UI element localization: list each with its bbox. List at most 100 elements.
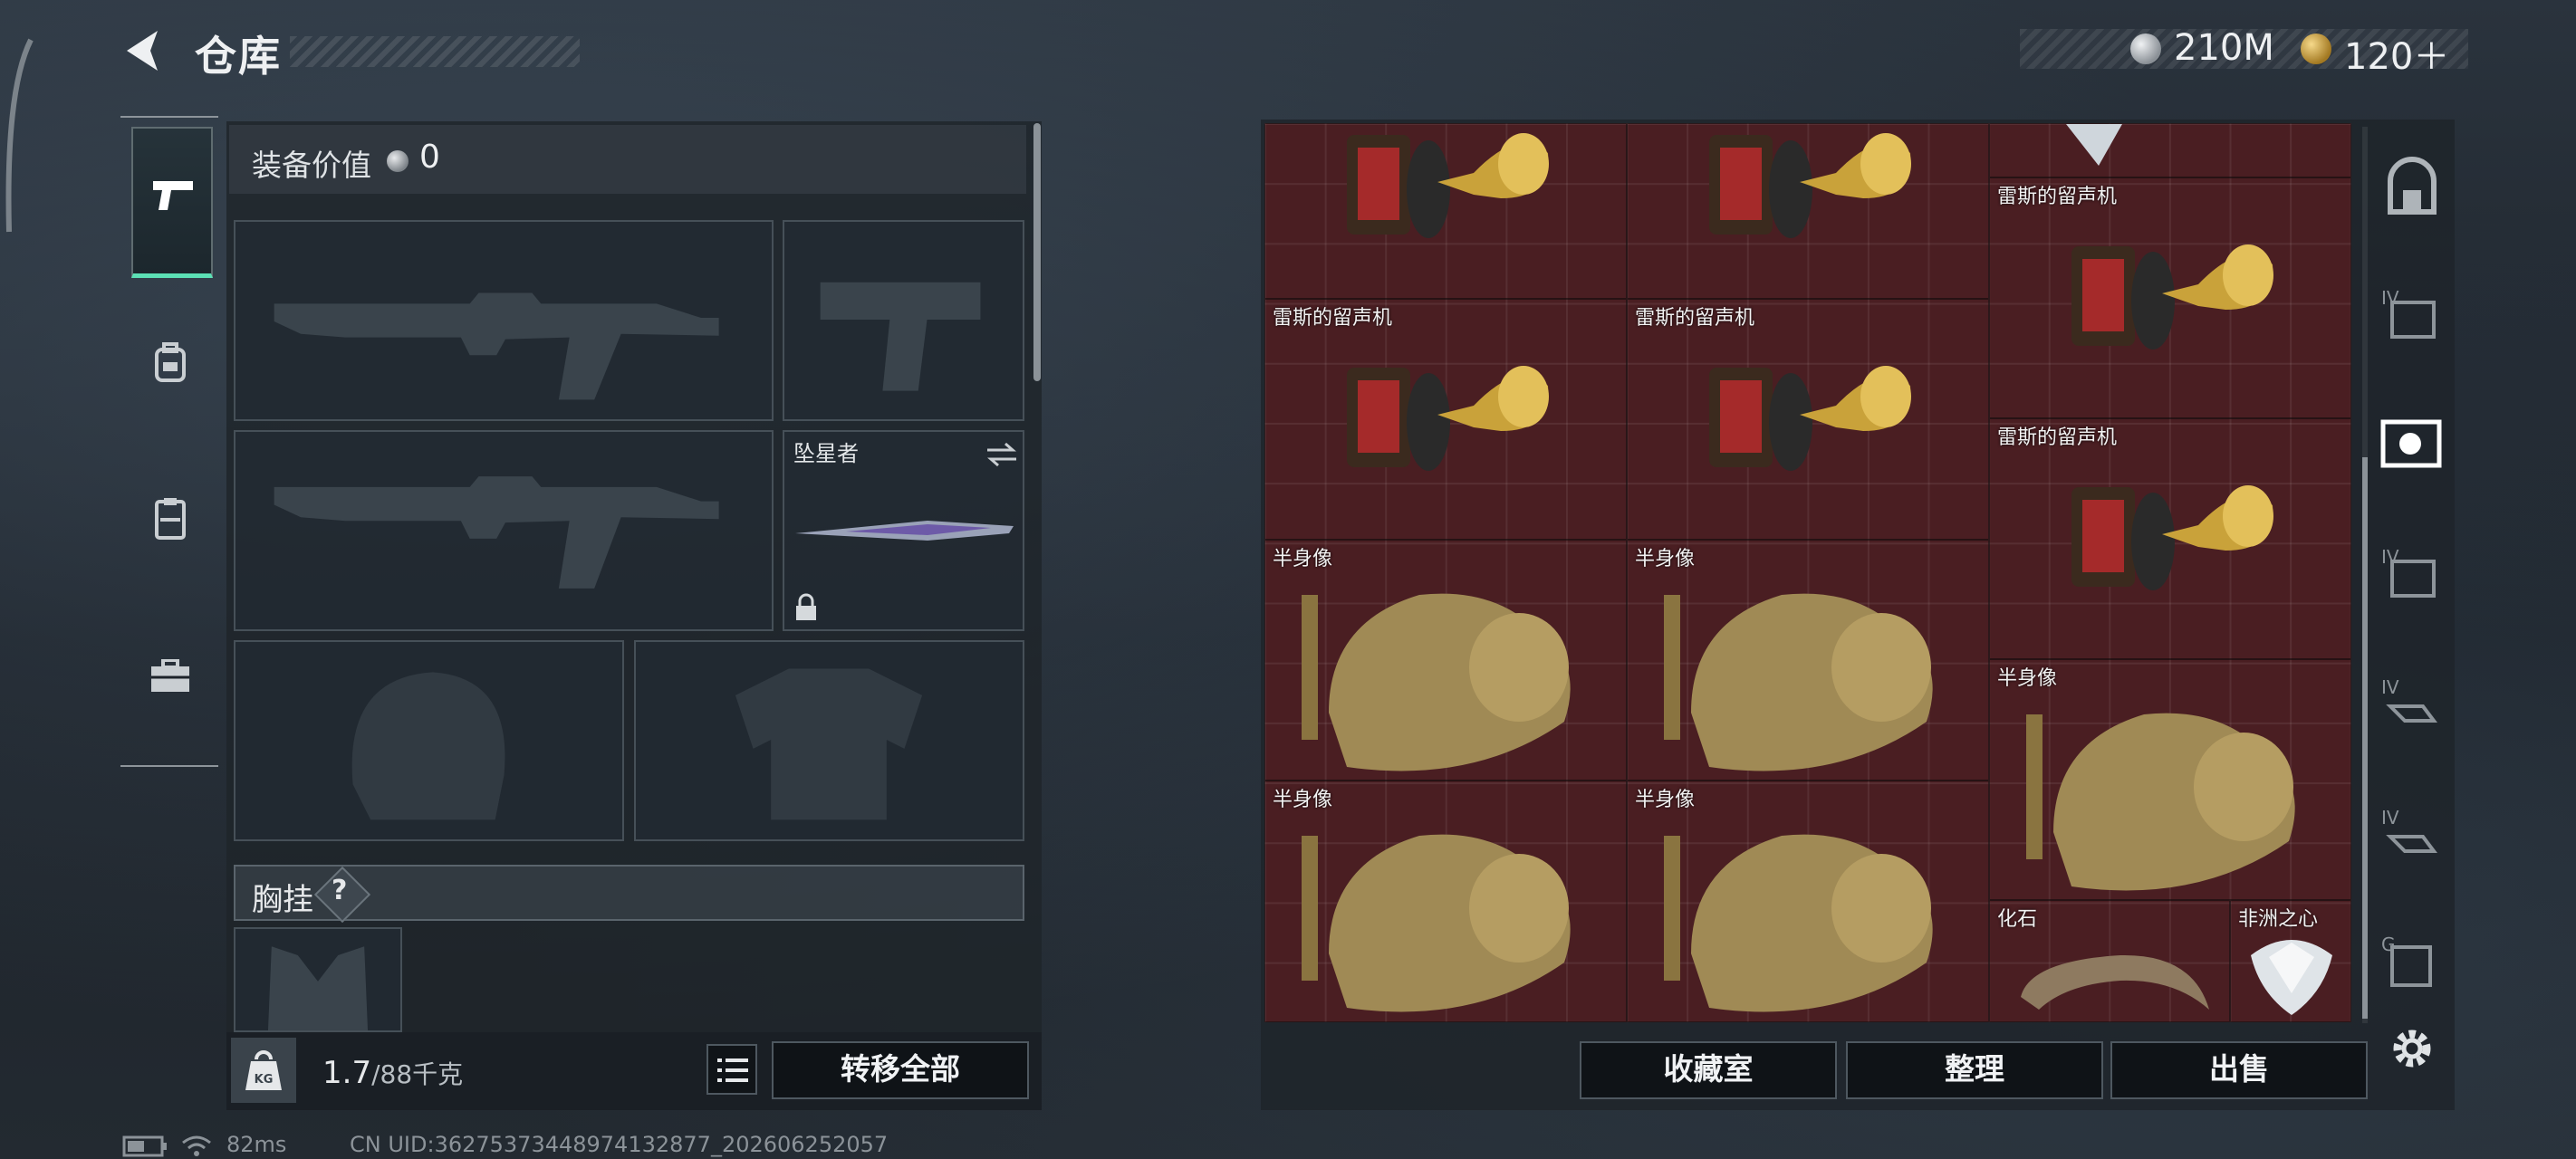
title-decoration — [290, 36, 580, 67]
gold-coin-icon — [2301, 34, 2331, 64]
shelf-iv-hand-icon[interactable]: IV — [2378, 800, 2446, 869]
item-name: 雷斯的留声机 — [1997, 426, 2118, 449]
backpack-icon — [155, 342, 186, 382]
tab-backpack[interactable] — [131, 288, 209, 433]
svg-text:IV: IV — [2381, 807, 2399, 829]
silver-coin-icon — [2130, 34, 2161, 64]
list-view-button[interactable] — [706, 1044, 757, 1095]
storage-item[interactable] — [1627, 123, 1989, 299]
bust-statue-icon — [1302, 593, 1571, 771]
bust-statue-icon — [2026, 713, 2295, 891]
storage-item[interactable]: 半身像 — [1264, 781, 1627, 1022]
sidearm-slot[interactable] — [783, 220, 1024, 421]
item-name: 非洲之心 — [2238, 908, 2319, 931]
helmet-silhouette-icon — [351, 672, 505, 820]
storage-scrollbar[interactable] — [2362, 457, 2368, 1019]
organize-button[interactable]: 整理 — [1846, 1041, 2103, 1099]
transfer-all-button[interactable]: 转移全部 — [772, 1041, 1029, 1099]
storage-item[interactable]: 雷斯的留声机 — [1989, 177, 2351, 418]
storage-grid[interactable]: 雷斯的留声机 雷斯的留声机 雷斯的留声机 雷斯的留声机 半身像 半身像 半身像 … — [1264, 123, 2351, 1022]
fossil-claw-icon — [2021, 954, 2209, 1010]
collection-room-button[interactable]: 收藏室 — [1580, 1041, 1837, 1099]
chest-rig-slot[interactable] — [234, 927, 402, 1032]
weight-capacity: /88千克 — [371, 1059, 464, 1089]
gramophone-icon — [1709, 133, 1911, 238]
storage-item[interactable] — [1989, 123, 2351, 177]
briefcase-icon — [151, 659, 189, 692]
wifi-icon — [182, 1135, 211, 1156]
helmet-slot[interactable] — [234, 640, 624, 841]
primary-weapon-slot[interactable] — [234, 220, 774, 421]
equipment-value-label: 装备价值 — [252, 148, 371, 183]
safe-box-icon[interactable] — [2378, 154, 2446, 223]
gramophone-icon — [1709, 366, 1911, 471]
bust-statue-icon — [1302, 834, 1571, 1012]
shelf-g-icon[interactable]: G — [2378, 927, 2446, 996]
shelf-iv-icon[interactable]: IV — [2378, 281, 2446, 350]
gramophone-icon — [2071, 244, 2273, 350]
storage-item[interactable]: 半身像 — [1627, 781, 1989, 1022]
screen-edge-decoration — [5, 38, 34, 233]
armor-slot[interactable] — [634, 640, 1024, 841]
chest-rig-label: 胸挂 — [252, 882, 313, 918]
svg-text:KG: KG — [255, 1073, 274, 1087]
item-name: 雷斯的留声机 — [1635, 307, 1755, 330]
storage-item[interactable]: 半身像 — [1627, 540, 1989, 781]
swap-icon[interactable] — [985, 441, 1018, 468]
ping-readout: 82ms — [226, 1132, 287, 1157]
diamond-icon — [2251, 940, 2332, 1015]
help-icon[interactable]: ? — [332, 875, 347, 906]
collection-display-icon[interactable] — [2378, 409, 2446, 478]
storage-item[interactable]: 雷斯的留声机 — [1627, 299, 1989, 540]
svg-text:IV: IV — [2381, 546, 2399, 568]
equipment-value: 0 — [419, 139, 440, 176]
bust-statue-icon — [1664, 593, 1933, 771]
tab-weapons[interactable] — [131, 127, 213, 278]
tab-vest[interactable] — [131, 444, 209, 589]
shelf-iv-icon[interactable]: IV — [2378, 540, 2446, 608]
pistol-icon — [153, 181, 193, 210]
weight-readout: 1.7/88千克 — [322, 1055, 463, 1091]
tab-briefcase[interactable] — [131, 599, 209, 744]
silver-currency-amount: 210M — [2174, 27, 2274, 69]
equipment-scrollbar[interactable] — [1033, 123, 1041, 381]
weight-box: KG — [231, 1038, 296, 1103]
storage-item[interactable] — [1264, 123, 1627, 299]
storage-item[interactable]: 非洲之心 — [2230, 900, 2351, 1022]
sell-button[interactable]: 出售 — [2110, 1041, 2368, 1099]
storage-item[interactable]: 雷斯的留声机 — [1264, 299, 1627, 540]
bust-statue-icon — [1664, 834, 1933, 1012]
melee-slot[interactable]: 坠星者 — [783, 430, 1024, 631]
chest-rig-silhouette-icon — [267, 946, 369, 1030]
item-name: 雷斯的留声机 — [1273, 307, 1393, 330]
secondary-weapon-slot[interactable] — [234, 430, 774, 631]
diamond-icon — [2066, 124, 2122, 166]
kg-weight-icon: KG — [245, 1050, 282, 1090]
storage-item[interactable]: 雷斯的留声机 — [1989, 418, 2351, 659]
rifle-silhouette-icon — [274, 292, 719, 400]
storage-item[interactable]: 半身像 — [1989, 659, 2351, 900]
gramophone-icon — [1347, 133, 1549, 238]
gramophone-icon — [1347, 366, 1549, 471]
svg-text:IV: IV — [2381, 287, 2399, 309]
svg-text:IV: IV — [2381, 676, 2399, 698]
storage-item[interactable]: 半身像 — [1264, 540, 1627, 781]
armor-silhouette-icon — [735, 668, 923, 820]
list-icon — [717, 1058, 748, 1082]
gold-currency-amount[interactable]: 120＋ — [2344, 27, 2449, 80]
back-arrow-icon[interactable] — [118, 25, 168, 76]
silver-coin-icon — [387, 150, 409, 172]
gramophone-icon — [2071, 485, 2273, 590]
rifle-silhouette-icon — [274, 476, 719, 589]
page-title: 仓库 — [195, 32, 282, 81]
melee-name: 坠星者 — [793, 441, 859, 466]
storage-item[interactable]: 化石 — [1989, 900, 2230, 1022]
shelf-iv-hand-icon[interactable]: IV — [2378, 670, 2446, 739]
vest-icon — [155, 498, 186, 540]
current-weight: 1.7 — [322, 1055, 372, 1091]
settings-gear-icon[interactable] — [2378, 1014, 2446, 1083]
uid-readout: CN UID:36275373448974132877_202606252057 — [350, 1132, 889, 1157]
item-name: 化石 — [1997, 908, 2038, 931]
item-name: 雷斯的留声机 — [1997, 186, 2118, 208]
pistol-silhouette-icon — [820, 282, 981, 391]
